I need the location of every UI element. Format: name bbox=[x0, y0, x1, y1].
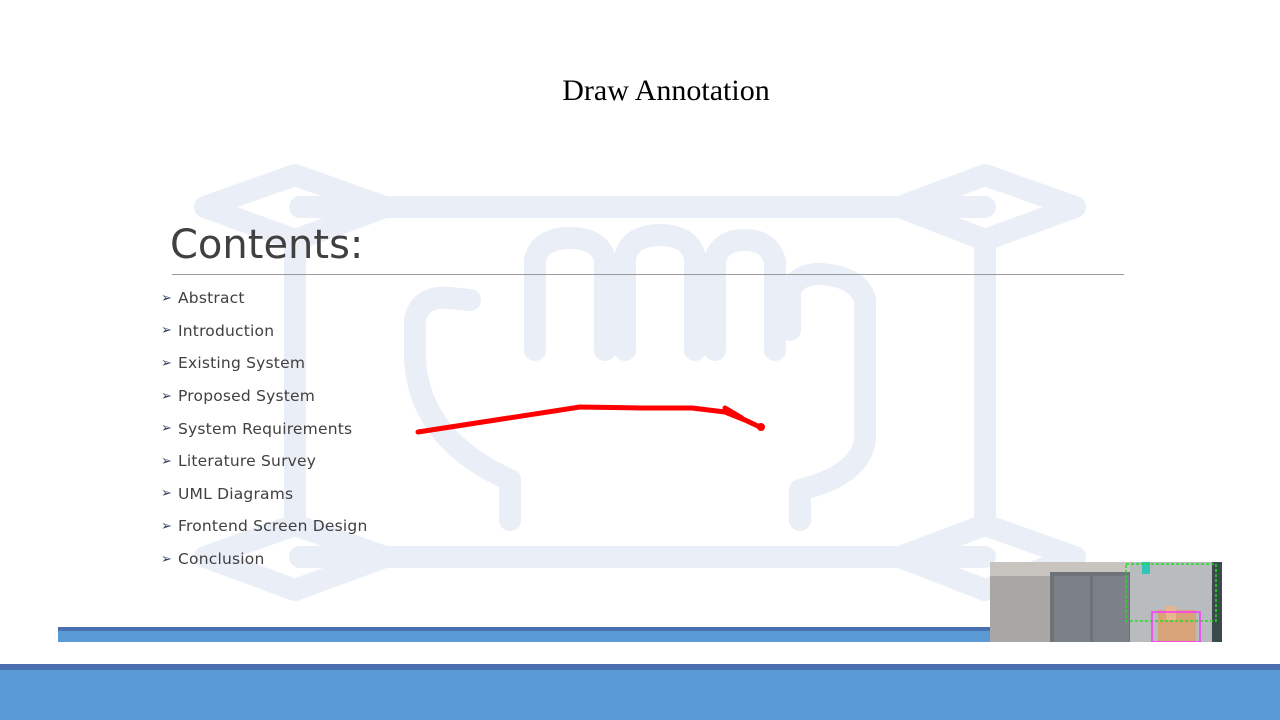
annotation-stroke bbox=[415, 404, 765, 435]
presentation-stage: Draw Annotation Contents: ➢ Abstract ➢ Int… bbox=[0, 0, 1280, 720]
pen-cursor-icon bbox=[757, 423, 765, 431]
window-footer-bar bbox=[0, 664, 1280, 720]
webcam-preview bbox=[990, 562, 1222, 642]
slide-footer-bar bbox=[58, 627, 990, 642]
